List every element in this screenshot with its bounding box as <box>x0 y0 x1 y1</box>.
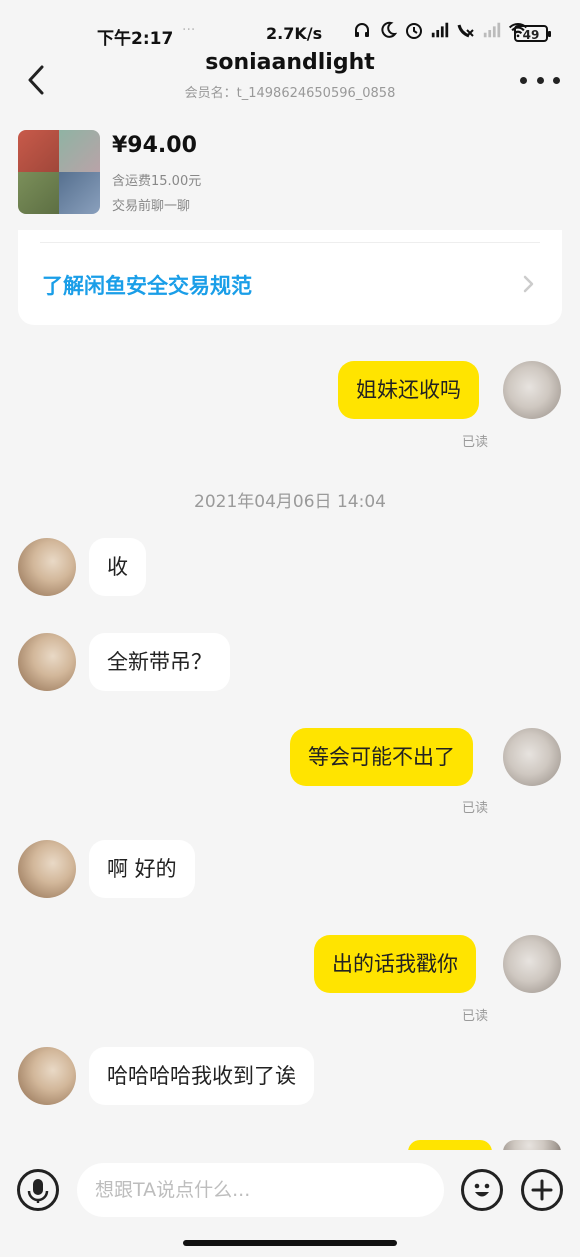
product-image-tile <box>18 130 59 172</box>
seller-avatar[interactable] <box>18 840 76 898</box>
chat-title: soniaandlight <box>205 50 375 75</box>
read-status: 已读 <box>462 435 489 450</box>
pre-trade-note: 交易前聊一聊 <box>112 199 191 214</box>
call-icon <box>456 20 476 40</box>
message-bubble-sent[interactable]: 姐妹还收吗 <box>338 361 479 419</box>
more-options-button[interactable] <box>520 66 560 94</box>
add-more-button[interactable] <box>521 1169 563 1211</box>
moon-icon <box>378 20 398 40</box>
signal-icon <box>430 20 450 40</box>
read-status: 已读 <box>462 801 489 816</box>
my-avatar[interactable] <box>503 935 561 993</box>
seller-avatar[interactable] <box>18 538 76 596</box>
message-input[interactable] <box>77 1163 444 1217</box>
message-bubble-sent[interactable]: 等会可能不出了 <box>290 728 473 786</box>
read-status: 已读 <box>462 1009 489 1024</box>
safety-rules-link[interactable]: 了解闲鱼安全交易规范 <box>42 270 252 300</box>
signal-weak-icon <box>482 20 502 40</box>
message-bubble-sent[interactable]: 出的话我戳你 <box>314 935 476 993</box>
network-speed: 2.7K/s <box>266 24 323 43</box>
seller-avatar[interactable] <box>18 633 76 691</box>
more-dot-icon <box>536 76 544 84</box>
message-bubble-received[interactable]: 啊 好的 <box>89 840 195 898</box>
status-bar: 下午2:17 ··· 2.7K/s 49 <box>0 0 580 50</box>
smiley-icon <box>474 1183 490 1197</box>
product-image-tile <box>59 130 100 172</box>
battery-indicator: 49 <box>514 25 551 42</box>
message-bubble-received[interactable]: 哈哈哈哈我收到了诶 <box>89 1047 314 1105</box>
product-image-tile <box>18 172 59 214</box>
microphone-icon <box>27 1179 49 1203</box>
chevron-right-icon <box>518 274 538 294</box>
home-indicator[interactable] <box>183 1240 397 1246</box>
my-avatar[interactable] <box>503 728 561 786</box>
shipping-fee: 含运费15.00元 <box>112 174 202 189</box>
product-price: ¥94.00 <box>112 133 197 158</box>
status-dots: ··· <box>182 22 196 38</box>
headphones-icon <box>352 20 372 40</box>
status-icons <box>352 20 528 40</box>
safety-card[interactable]: 了解闲鱼安全交易规范 <box>18 230 562 325</box>
emoji-button[interactable] <box>461 1169 503 1211</box>
alarm-icon <box>404 20 424 40</box>
chat-timestamp: 2021年04月06日 14:04 <box>194 492 386 512</box>
more-dot-icon <box>553 76 560 84</box>
member-id: 会员名：t_1498624650596_0858 <box>184 86 396 101</box>
seller-avatar[interactable] <box>18 1047 76 1105</box>
voice-button[interactable] <box>17 1169 59 1211</box>
product-image-tile <box>59 172 100 214</box>
message-bubble-received[interactable]: 收 <box>89 538 146 596</box>
plus-icon <box>531 1179 553 1201</box>
status-time: 下午2:17 <box>97 29 174 49</box>
divider <box>40 242 540 243</box>
message-bubble-received[interactable]: 全新带吊？ <box>89 633 230 691</box>
product-thumbnail[interactable] <box>18 130 100 214</box>
more-dot-icon <box>520 76 527 84</box>
my-avatar[interactable] <box>503 361 561 419</box>
